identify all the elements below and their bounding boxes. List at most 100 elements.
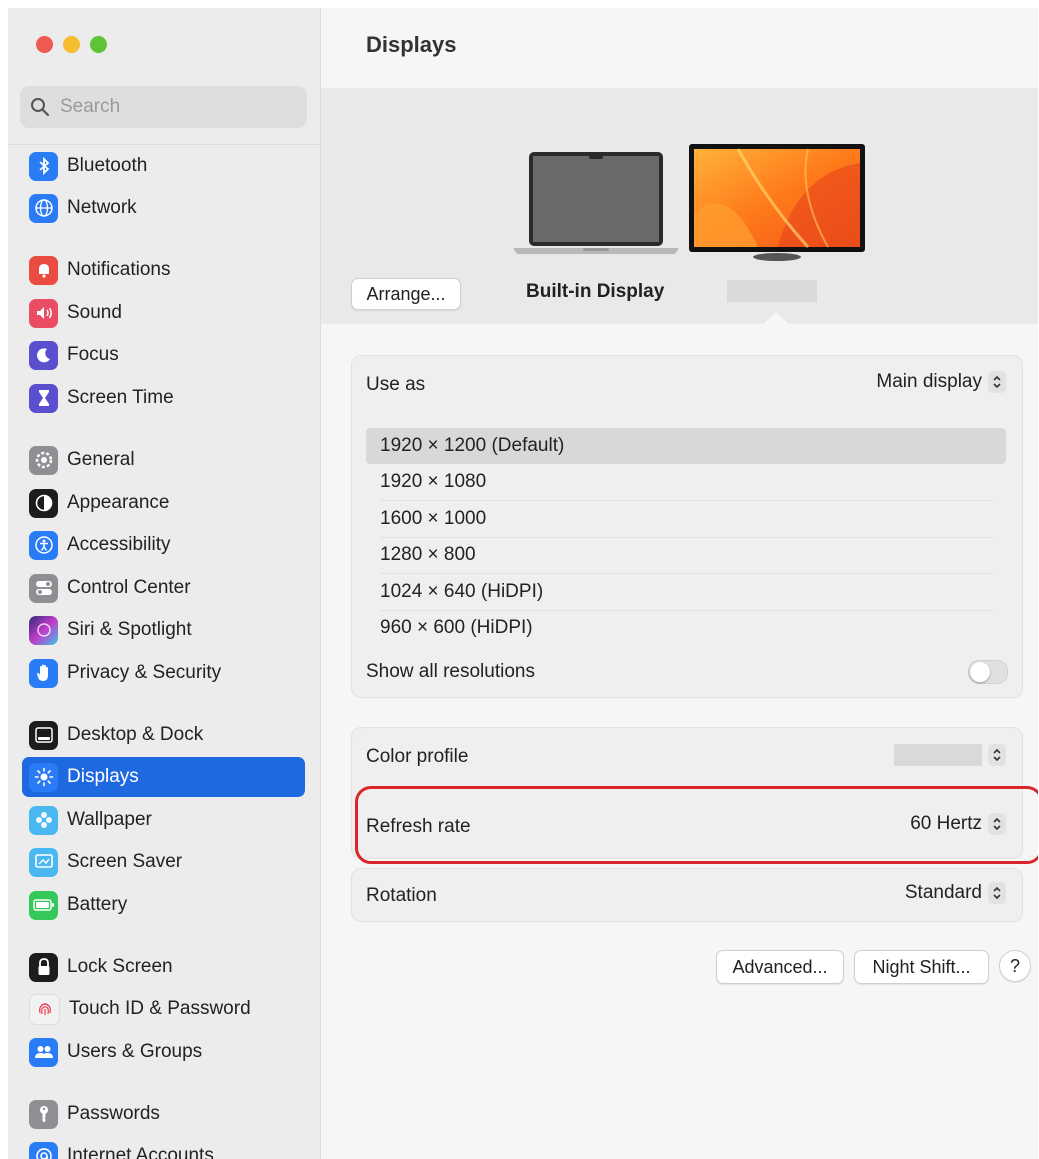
hourglass-icon xyxy=(29,383,58,413)
sidebar-item-control-center[interactable]: Control Center xyxy=(22,568,305,608)
use-as-label: Use as xyxy=(366,374,426,395)
search-input[interactable] xyxy=(58,95,292,119)
key-icon xyxy=(29,1099,58,1129)
sidebar-item-label: Screen Time xyxy=(67,387,174,408)
resolution-option[interactable]: 960 × 600 (HiDPI) xyxy=(366,610,1006,646)
arrange-button[interactable]: Arrange... xyxy=(351,278,461,310)
sidebar-item-label: Wallpaper xyxy=(67,809,152,830)
flower-icon xyxy=(29,805,58,835)
sidebar-item-label: Internet Accounts xyxy=(67,1145,214,1159)
sidebar-item-label: Bluetooth xyxy=(67,155,148,176)
resolution-panel: Use as Main display 1920 × 1200 (Default… xyxy=(351,355,1023,698)
resolution-option[interactable]: 1280 × 800 xyxy=(366,537,1006,573)
sidebar-item-focus[interactable]: Focus xyxy=(22,335,305,375)
sidebar-item-label: Displays xyxy=(67,766,139,787)
sidebar-item-label: Screen Saver xyxy=(67,851,183,872)
bluetooth-icon xyxy=(29,151,58,181)
sidebar-item-touch-id-password[interactable]: Touch ID & Password xyxy=(22,989,305,1029)
chevron-updown-icon xyxy=(988,882,1006,904)
show-all-resolutions-label: Show all resolutions xyxy=(366,661,535,682)
sidebar-item-lock-screen[interactable]: Lock Screen xyxy=(22,947,305,987)
page-title: Displays xyxy=(366,32,457,57)
sidebar-item-accessibility[interactable]: Accessibility xyxy=(22,525,305,565)
sidebar-item-label: Lock Screen xyxy=(67,956,173,977)
sidebar-item-label: Notifications xyxy=(67,259,171,280)
sidebar-item-battery[interactable]: Battery xyxy=(22,885,305,925)
minimize-button[interactable] xyxy=(63,36,80,53)
dock-icon xyxy=(29,720,58,750)
laptop-display-icon[interactable] xyxy=(511,150,681,258)
sidebar-item-label: Appearance xyxy=(67,492,170,513)
color-profile-label: Color profile xyxy=(366,746,469,767)
sidebar-item-desktop-dock[interactable]: Desktop & Dock xyxy=(22,715,305,755)
resolution-option[interactable]: 1024 × 640 (HiDPI) xyxy=(366,574,1006,610)
chevron-updown-icon xyxy=(988,371,1006,393)
appearance-icon xyxy=(29,488,58,518)
resolution-label: 1920 × 1200 (Default) xyxy=(380,435,565,456)
sidebar-item-label: Control Center xyxy=(67,577,191,598)
sidebar-item-wallpaper[interactable]: Wallpaper xyxy=(22,800,305,840)
sidebar-item-label: Battery xyxy=(67,894,128,915)
sidebar-item-label: Siri & Spotlight xyxy=(67,619,192,640)
advanced-button[interactable]: Advanced... xyxy=(716,950,844,984)
lock-icon xyxy=(29,952,58,982)
fingerprint-icon xyxy=(29,993,60,1025)
sidebar-item-sound[interactable]: Sound xyxy=(22,293,305,333)
globe-icon xyxy=(29,193,58,223)
sidebar-item-appearance[interactable]: Appearance xyxy=(22,483,305,523)
close-button[interactable] xyxy=(36,36,53,53)
users-icon xyxy=(29,1037,58,1067)
use-as-popup[interactable]: Main display xyxy=(876,371,1006,393)
window-controls xyxy=(36,36,107,53)
gear-icon xyxy=(29,445,58,475)
chevron-updown-icon xyxy=(988,744,1006,766)
sidebar-item-network[interactable]: Network xyxy=(22,188,305,228)
rotation-popup[interactable]: Standard xyxy=(905,882,1006,904)
resolution-label: 1920 × 1080 xyxy=(380,471,487,492)
refresh-rate-highlight xyxy=(355,786,1038,864)
siri-icon xyxy=(29,615,58,645)
sidebar-item-passwords[interactable]: Passwords xyxy=(22,1094,305,1134)
sidebar: Bluetooth Network Notifications Sound Fo… xyxy=(8,8,321,1159)
sidebar-item-label: Users & Groups xyxy=(67,1041,203,1062)
sidebar-item-label: Touch ID & Password xyxy=(69,998,251,1019)
at-icon xyxy=(29,1141,58,1159)
bell-icon xyxy=(29,255,58,285)
show-all-resolutions-toggle[interactable] xyxy=(968,660,1008,684)
sidebar-item-screen-saver[interactable]: Screen Saver xyxy=(22,842,305,882)
sun-icon xyxy=(29,762,58,792)
moon-icon xyxy=(29,340,58,370)
sidebar-item-users-groups[interactable]: Users & Groups xyxy=(22,1032,305,1072)
divider xyxy=(8,144,320,145)
resolution-option-selected[interactable]: 1920 × 1200 (Default) xyxy=(366,428,1006,464)
sidebar-item-privacy-security[interactable]: Privacy & Security xyxy=(22,653,305,693)
resolution-option[interactable]: 1920 × 1080 xyxy=(366,464,1006,500)
sidebar-item-label: Network xyxy=(67,197,137,218)
external-display-icon[interactable] xyxy=(688,143,866,263)
resolution-label: 1600 × 1000 xyxy=(380,508,487,529)
search-icon xyxy=(31,98,50,117)
zoom-button[interactable] xyxy=(90,36,107,53)
color-profile-popup[interactable] xyxy=(894,744,1006,766)
sidebar-item-bluetooth[interactable]: Bluetooth xyxy=(22,146,305,186)
sidebar-item-internet-accounts[interactable]: Internet Accounts xyxy=(22,1136,305,1159)
sidebar-item-notifications[interactable]: Notifications xyxy=(22,250,305,290)
redacted-display-name xyxy=(727,280,817,302)
sidebar-item-general[interactable]: General xyxy=(22,440,305,480)
night-shift-button[interactable]: Night Shift... xyxy=(854,950,989,984)
display-arrangement-area: Arrange... Built-in Display xyxy=(321,88,1038,326)
help-button[interactable]: ? xyxy=(999,950,1031,982)
resolution-option[interactable]: 1600 × 1000 xyxy=(366,501,1006,537)
sidebar-item-label: Focus xyxy=(67,344,119,365)
settings-window: Bluetooth Network Notifications Sound Fo… xyxy=(8,8,1038,1159)
sidebar-item-screen-time[interactable]: Screen Time xyxy=(22,378,305,418)
sidebar-item-label: Privacy & Security xyxy=(67,662,222,683)
sidebar-item-displays[interactable]: Displays xyxy=(22,757,305,797)
main-panel: Displays Arrange... Built-in Display Use… xyxy=(321,8,1038,1159)
resolution-label: 1024 × 640 (HiDPI) xyxy=(380,581,544,602)
toggles-icon xyxy=(29,573,58,603)
speaker-icon xyxy=(29,298,58,328)
sidebar-item-siri-spotlight[interactable]: Siri & Spotlight xyxy=(22,610,305,650)
search-field[interactable] xyxy=(20,86,307,128)
sidebar-item-label: General xyxy=(67,449,135,470)
